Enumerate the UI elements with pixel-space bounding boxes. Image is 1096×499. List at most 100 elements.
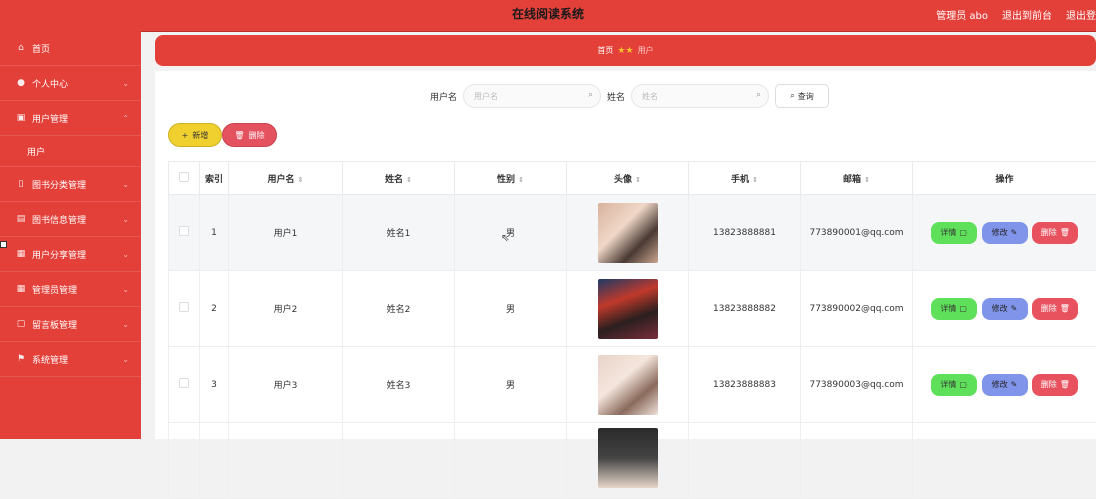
delete-button[interactable]: 删除🗑 [1032, 374, 1078, 396]
name-search-input[interactable]: 姓名 ⌕ [631, 84, 769, 108]
row-checkbox[interactable] [169, 195, 200, 271]
cell-gender: 男 [455, 271, 567, 347]
sort-icon: ⇕ [864, 176, 870, 184]
edit-button[interactable]: 修改✎ [982, 298, 1028, 320]
users-icon: ▣ [15, 113, 27, 123]
app-title: 在线阅读系统 [0, 5, 1096, 22]
sort-icon: ⇕ [518, 176, 524, 184]
trash-icon: 🗑 [1060, 304, 1070, 313]
delete-button[interactable]: 删除🗑 [1032, 298, 1078, 320]
table-row: 1 用户1 姓名1 男 13823888881 773890001@qq.com… [169, 195, 1096, 271]
cell-name [343, 423, 455, 499]
cell-avatar [567, 423, 689, 499]
batch-delete-button[interactable]: 🗑 删除 [222, 123, 277, 147]
sidebar-item-admin-management[interactable]: ▦ 管理员管理 ⌄ [0, 272, 141, 307]
col-username[interactable]: 用户名⇕ [229, 162, 343, 195]
sidebar-item-home[interactable]: ⌂ 首页 [0, 31, 141, 66]
detail-button[interactable]: 详情▢ [931, 374, 977, 396]
content-panel: 用户名 用户名 ⌕ 姓名 姓名 ⌕ ⌕ 查询 + 新增 🗑 删除 [155, 71, 1096, 439]
trash-icon: 🗑 [1060, 228, 1070, 237]
flag-icon: ⚑ [15, 354, 27, 364]
cell-email: 773890002@qq.com [801, 271, 913, 347]
row-checkbox[interactable] [169, 347, 200, 423]
username-search-input[interactable]: 用户名 ⌕ [463, 84, 601, 108]
table-row: 2 用户2 姓名2 男 13823888882 773890002@qq.com… [169, 271, 1096, 347]
admin-icon: ▦ [15, 284, 27, 294]
cell-username [229, 423, 343, 499]
col-name[interactable]: 姓名⇕ [343, 162, 455, 195]
col-gender[interactable]: 性别⇕ [455, 162, 567, 195]
detail-icon: ▢ [959, 380, 967, 389]
cell-phone: 13823888881 [689, 195, 801, 271]
col-label: 手机 [731, 175, 749, 185]
resize-handle[interactable] [0, 241, 7, 248]
col-label: 姓名 [385, 175, 403, 185]
admin-user-label: 管理员 abo [936, 7, 988, 22]
cell-actions: 详情▢ 修改✎ 删除🗑 [913, 195, 1096, 271]
row-checkbox[interactable] [169, 271, 200, 347]
detail-button[interactable]: 详情▢ [931, 222, 977, 244]
search-icon: ⌕ [588, 90, 593, 100]
name-search-label: 姓名 [607, 90, 625, 103]
edit-button[interactable]: 修改✎ [982, 374, 1028, 396]
edit-icon: ✎ [1011, 380, 1018, 389]
top-bar: 在线阅读系统 管理员 abo 退出到前台 退出登 [0, 0, 1096, 32]
select-all-checkbox[interactable] [169, 162, 200, 195]
sidebar-item-personal-center[interactable]: ● 个人中心 ⌄ [0, 66, 141, 101]
col-label: 邮箱 [843, 175, 861, 185]
cell-phone: 13823888883 [689, 347, 801, 423]
logout-link[interactable]: 退出登 [1066, 7, 1096, 22]
edit-label: 修改 [992, 303, 1008, 314]
sidebar-item-user-share[interactable]: ▦ 用户分享管理 ⌄ [0, 237, 141, 272]
breadcrumb-current: 用户 [638, 45, 654, 56]
edit-icon: ✎ [1011, 228, 1018, 237]
cell-index: 2 [200, 271, 229, 347]
col-email[interactable]: 邮箱⇕ [801, 162, 913, 195]
name-placeholder: 姓名 [642, 91, 658, 102]
edit-label: 修改 [992, 227, 1008, 238]
cell-email [801, 423, 913, 499]
cell-gender: 男 [455, 195, 567, 271]
col-avatar[interactable]: 头像⇕ [567, 162, 689, 195]
detail-button[interactable]: 详情▢ [931, 298, 977, 320]
sidebar-subitem-users[interactable]: 用户 [0, 136, 141, 167]
sidebar-item-message-board[interactable]: ▢ 留言板管理 ⌄ [0, 307, 141, 342]
cell-username: 用户3 [229, 347, 343, 423]
chevron-down-icon: ⌄ [122, 79, 129, 88]
sidebar: ⌂ 首页 ● 个人中心 ⌄ ▣ 用户管理 ⌃ 用户 ▯ 图书分类管理 ⌄ ▤ 图… [0, 31, 141, 439]
share-icon: ▦ [15, 249, 27, 259]
tag-icon: ▯ [15, 179, 27, 189]
query-button-label: 查询 [798, 91, 814, 102]
sidebar-item-book-info[interactable]: ▤ 图书信息管理 ⌄ [0, 202, 141, 237]
query-button[interactable]: ⌕ 查询 [775, 84, 829, 108]
sort-icon: ⇕ [406, 176, 412, 184]
chevron-down-icon: ⌄ [122, 250, 129, 259]
avatar[interactable] [598, 203, 658, 263]
users-table: 索引 用户名⇕ 姓名⇕ 性别⇕ 头像⇕ 手机⇕ 邮箱⇕ 操作 1 用户1 姓名1… [168, 161, 1096, 499]
table-row [169, 423, 1096, 499]
row-checkbox[interactable] [169, 423, 200, 499]
breadcrumb: 首页 ★★ 用户 [155, 35, 1096, 66]
add-button[interactable]: + 新增 [168, 123, 222, 147]
col-phone[interactable]: 手机⇕ [689, 162, 801, 195]
sidebar-item-label: 系统管理 [32, 353, 68, 366]
add-button-label: 新增 [192, 130, 208, 141]
back-to-frontend-link[interactable]: 退出到前台 [1002, 7, 1052, 22]
avatar[interactable] [598, 355, 658, 415]
sidebar-item-book-category[interactable]: ▯ 图书分类管理 ⌄ [0, 167, 141, 202]
book-icon: ▤ [15, 214, 27, 224]
breadcrumb-home[interactable]: 首页 [597, 45, 613, 56]
table-header-row: 索引 用户名⇕ 姓名⇕ 性别⇕ 头像⇕ 手机⇕ 邮箱⇕ 操作 [169, 162, 1096, 195]
sidebar-item-system-management[interactable]: ⚑ 系统管理 ⌄ [0, 342, 141, 377]
avatar[interactable] [598, 428, 658, 488]
sidebar-subitem-label: 用户 [27, 145, 45, 158]
sidebar-item-user-management[interactable]: ▣ 用户管理 ⌃ [0, 101, 141, 136]
cell-actions: 详情▢ 修改✎ 删除🗑 [913, 347, 1096, 423]
avatar[interactable] [598, 279, 658, 339]
delete-button[interactable]: 删除🗑 [1032, 222, 1078, 244]
sidebar-item-label: 个人中心 [32, 77, 68, 90]
sidebar-item-label: 图书信息管理 [32, 213, 86, 226]
edit-button[interactable]: 修改✎ [982, 222, 1028, 244]
cell-phone [689, 423, 801, 499]
cell-email: 773890003@qq.com [801, 347, 913, 423]
